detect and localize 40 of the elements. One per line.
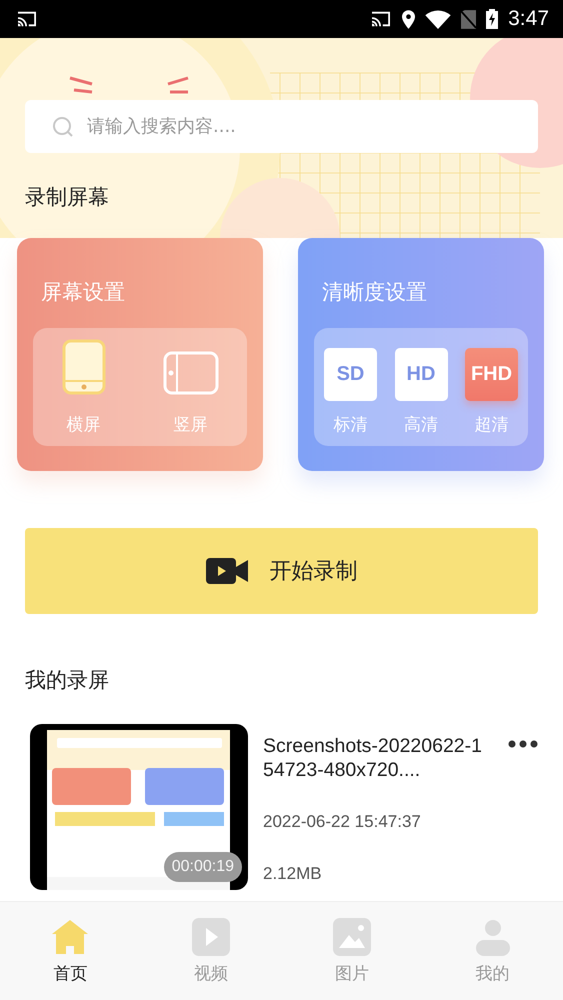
- play-icon: [192, 918, 230, 956]
- card-title: 清晰度设置: [321, 279, 428, 306]
- tab-item[interactable]: 视频: [140, 902, 282, 1000]
- wifi-icon: [425, 10, 452, 28]
- start-recording-button[interactable]: 开始录制: [25, 528, 538, 614]
- image-icon: [332, 918, 371, 956]
- orientation-option[interactable]: 竖屏: [162, 338, 218, 436]
- quality-option[interactable]: HD: [394, 348, 448, 401]
- option-label: 高清: [404, 414, 438, 436]
- clock-time: 3:47: [508, 7, 549, 31]
- orientation-option[interactable]: 横屏: [62, 338, 106, 436]
- battery-charging-icon: [486, 9, 498, 29]
- duration-badge: 00:00:19: [164, 852, 242, 882]
- home-icon: [50, 918, 90, 956]
- more-options-icon[interactable]: [508, 740, 538, 748]
- search-icon: [51, 115, 75, 139]
- tablet-upright-icon: [62, 339, 106, 395]
- section-title: 录制屏幕: [25, 184, 110, 211]
- option-label: 标清: [334, 414, 368, 436]
- cast-icon: [16, 10, 38, 28]
- no-sim-icon: [461, 10, 476, 28]
- tab-item[interactable]: 我的: [422, 902, 563, 1000]
- video-camera-icon: [206, 558, 248, 584]
- user-icon: [474, 918, 512, 956]
- quality-option[interactable]: FHD: [465, 348, 518, 401]
- file-size: 2.12MB: [263, 864, 323, 884]
- cast-icon: [370, 10, 392, 28]
- tab-item[interactable]: 首页: [0, 902, 141, 1000]
- search-field[interactable]: 请输入搜索内容....: [25, 100, 538, 153]
- file-name: Screenshots-20220622-154723-480x720....: [263, 734, 483, 782]
- section-title: 我的录屏: [25, 667, 110, 694]
- option-label: 竖屏: [174, 414, 208, 436]
- recording-date: 2022-06-22 15:47:37: [263, 812, 422, 832]
- option-label: 横屏: [66, 414, 100, 436]
- tab-item[interactable]: 图片: [282, 902, 422, 1000]
- location-icon: [402, 10, 416, 28]
- option-label: 超清: [474, 414, 508, 436]
- tablet-sideways-icon: [162, 351, 218, 395]
- quality-option[interactable]: SD: [324, 348, 377, 401]
- card-title: 屏幕设置: [40, 279, 126, 306]
